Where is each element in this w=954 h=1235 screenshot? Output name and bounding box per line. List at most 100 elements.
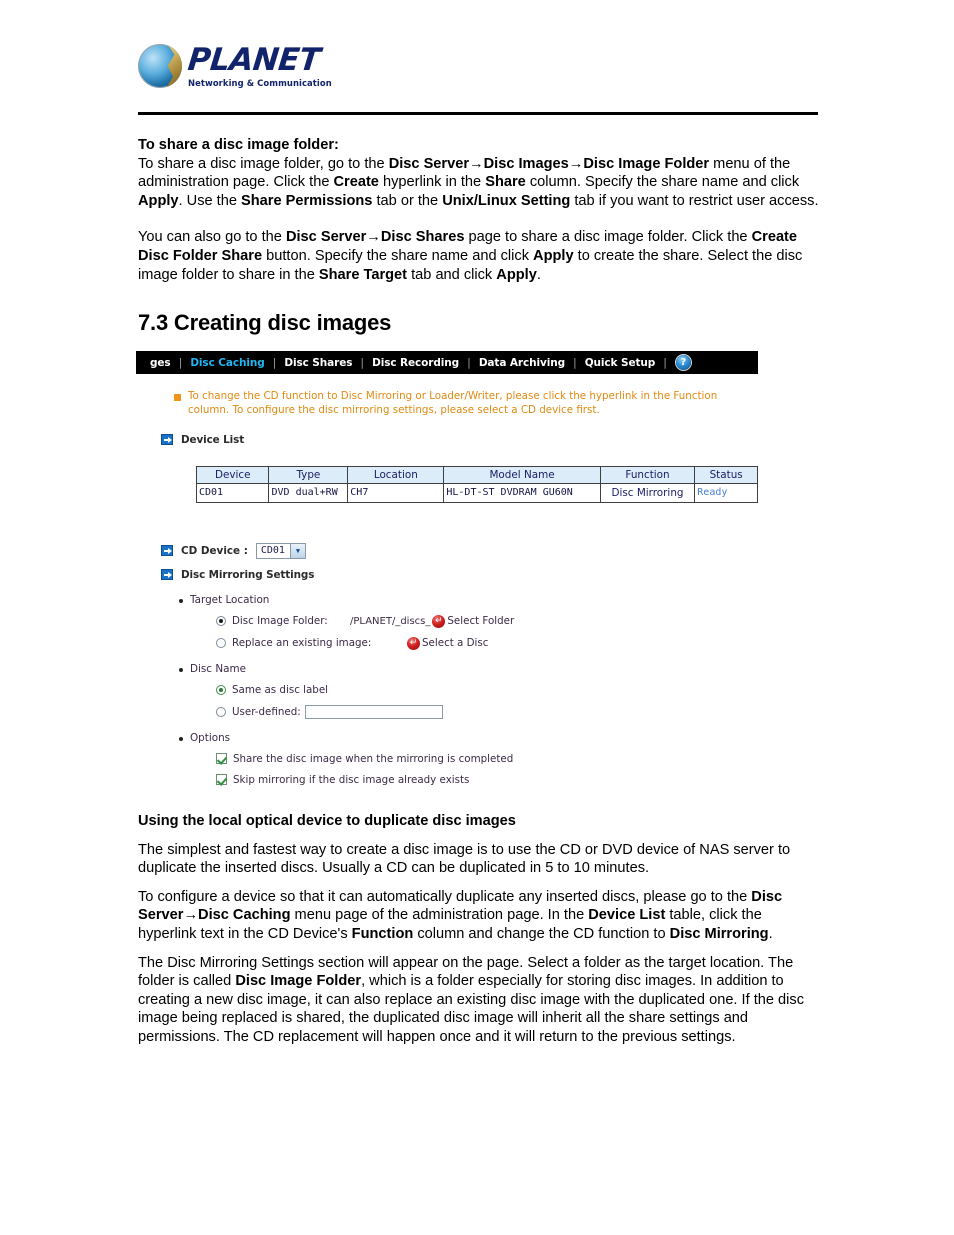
col-location: Location [347, 465, 445, 484]
select-disc-icon[interactable]: ↵ [407, 636, 420, 650]
p2-arrow-1: → [366, 229, 381, 246]
user-defined-input[interactable] [304, 704, 443, 719]
p1-bold-share: Share [485, 174, 526, 191]
table-header-row: Device Type Location Model Name Function… [195, 465, 758, 484]
bullet-dot-icon [179, 736, 183, 741]
cd-device-select[interactable]: CD01 ▼ [255, 542, 306, 559]
p4-bold-device-list: Device List [588, 907, 666, 924]
p1-bold-apply: Apply [138, 192, 179, 209]
col-model-name: Model Name [443, 465, 601, 484]
disc-image-folder-radio[interactable] [216, 616, 226, 627]
admin-ui-screenshot: ges | Disc Caching | Disc Shares | Disc … [136, 351, 758, 786]
p4-text-b: menu page of the administration page. In… [290, 907, 589, 924]
planet-logo: PLANET Networking & Communication [138, 41, 818, 88]
nav-item-ges[interactable]: ges [142, 357, 179, 369]
replace-existing-label: Replace an existing image: [232, 637, 372, 650]
device-list-heading: Device List [161, 434, 758, 446]
same-as-disc-label-radio[interactable] [216, 684, 226, 695]
cell-status: Ready [694, 482, 758, 503]
section-heading: 7.3 Creating disc images [138, 310, 392, 336]
p4-arrow-1: → [183, 907, 199, 924]
bullet-dot-icon [179, 667, 183, 672]
document-content: To share a disc image folder: To share a… [138, 136, 820, 336]
cell-device: CD01 [195, 482, 270, 503]
cell-function-link[interactable]: Disc Mirroring [599, 482, 696, 503]
p1-text-g: tab if you want to restrict user access. [570, 192, 819, 209]
cd-device-selected-value: CD01 [260, 545, 285, 557]
p1-text-c: hyperlink in the [378, 174, 486, 191]
nav-separator: | [663, 356, 667, 369]
para-mirroring-settings: The Disc Mirroring Settings section will… [138, 954, 820, 1047]
same-as-disc-label-text: Same as disc label [232, 683, 329, 696]
note-bullet-icon [174, 394, 181, 401]
p1-text-d: column. Specify the share name and click [525, 174, 800, 191]
device-list-label: Device List [181, 433, 245, 446]
para-share-folder-heading: To share a disc image folder: [138, 136, 820, 155]
p1-bold-disc-images: Disc Images [483, 155, 569, 172]
share-disc-image-checkbox[interactable] [216, 753, 227, 765]
mirroring-settings-heading: Disc Mirroring Settings [161, 569, 758, 581]
nav-item-disc-shares[interactable]: Disc Shares [276, 357, 360, 369]
p4-text-a: To configure a device so that it can aut… [138, 888, 752, 905]
p4-text-d: column and change the CD function to [413, 925, 670, 942]
p1-text-e: . Use the [178, 192, 242, 209]
para-share-folder: To share a disc image folder, go to the … [138, 155, 820, 211]
help-icon[interactable]: ? [675, 355, 691, 370]
disc-name-group: Disc Name [179, 663, 758, 675]
cell-type: DVD dual+RW [268, 482, 349, 503]
para1-heading-text: To share a disc image folder: [138, 137, 339, 153]
target-location-group: Target Location [179, 594, 758, 606]
arrow-right-icon [161, 434, 173, 446]
p5-bold-disc-image-folder: Disc Image Folder [235, 973, 362, 990]
p2-text-b: page to share a disc image folder. Click… [464, 229, 752, 246]
nav-item-disc-recording[interactable]: Disc Recording [364, 357, 467, 369]
disc-image-folder-label: Disc Image Folder: [232, 615, 328, 628]
note-message: To change the CD function to Disc Mirror… [174, 390, 744, 418]
globe-icon [138, 44, 182, 88]
nav-item-quick-setup[interactable]: Quick Setup [577, 357, 663, 369]
logo-wordmark: PLANET [186, 41, 322, 78]
header-divider [138, 112, 818, 115]
p2-text-e: tab and click [407, 266, 497, 283]
select-folder-icon[interactable]: ↵ [432, 614, 446, 628]
para-configure-device: To configure a device so that it can aut… [138, 888, 820, 944]
p1-bold-disc-image-folder: Disc Image Folder [583, 155, 710, 172]
select-folder-link[interactable]: Select Folder [447, 615, 514, 627]
p2-text-f: . [536, 266, 541, 283]
replace-existing-row: Replace an existing image: ↵ Select a Di… [216, 636, 758, 650]
skip-mirroring-label: Skip mirroring if the disc image already… [233, 773, 470, 786]
target-location-label: Target Location [190, 593, 270, 606]
cell-location: CH7 [347, 482, 445, 503]
subsection-heading: Using the local optical device to duplic… [138, 813, 516, 829]
admin-body: To change the CD function to Disc Mirror… [136, 374, 758, 786]
mirroring-settings-label: Disc Mirroring Settings [181, 568, 315, 581]
col-function: Function [599, 465, 696, 484]
disc-image-folder-row: Disc Image Folder: /PLANET/_discs_ ↵ Sel… [216, 614, 758, 628]
note-text: To change the CD function to Disc Mirror… [188, 390, 718, 416]
replace-existing-radio[interactable] [216, 638, 226, 649]
user-defined-radio[interactable] [216, 706, 226, 717]
p1-bold-unix-linux: Unix/Linux Setting [442, 192, 571, 209]
nav-item-disc-caching[interactable]: Disc Caching [182, 357, 272, 369]
same-as-disc-label-row: Same as disc label [216, 684, 758, 696]
para-disc-shares: You can also go to the Disc Server→Disc … [138, 228, 820, 284]
p1-arrow-2: → [568, 155, 584, 172]
cd-device-row: CD Device : CD01 ▼ [161, 542, 758, 559]
logo-tagline: Networking & Communication [188, 77, 332, 88]
nav-item-data-archiving[interactable]: Data Archiving [471, 357, 573, 369]
p2-text-a: You can also go to the [138, 229, 286, 246]
p1-text-a: To share a disc image folder, go to the [138, 155, 389, 172]
select-disc-link[interactable]: Select a Disc [422, 637, 488, 649]
p4-bold-function: Function [351, 925, 414, 942]
p1-text-f: tab or the [372, 192, 443, 209]
cd-device-label: CD Device : [181, 544, 248, 557]
p2-bold-disc-server: Disc Server [285, 229, 367, 246]
document-page: PLANET Networking & Communication To sha… [0, 0, 954, 1235]
skip-mirroring-checkbox[interactable] [216, 774, 227, 786]
admin-navbar: ges | Disc Caching | Disc Shares | Disc … [136, 351, 758, 374]
p4-bold-disc-caching: Disc Caching [198, 907, 291, 924]
option-share-row: Share the disc image when the mirroring … [216, 753, 758, 765]
p1-bold-share-permissions: Share Permissions [241, 192, 373, 209]
disc-image-folder-path: /PLANET/_discs_ [350, 615, 431, 627]
disc-name-label: Disc Name [190, 662, 246, 675]
